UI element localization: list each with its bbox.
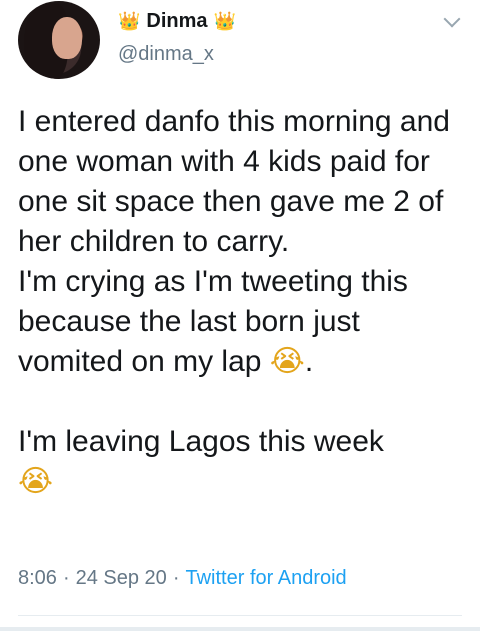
avatar-face bbox=[52, 17, 82, 59]
crying-face-icon: 😭 bbox=[18, 464, 54, 499]
divider bbox=[18, 615, 462, 616]
meta-separator: · bbox=[62, 567, 70, 589]
tweet-meta: 8:06 · 24 Sep 20 · Twitter for Android bbox=[18, 567, 347, 590]
user-handle[interactable]: @dinma_x bbox=[118, 43, 236, 66]
meta-separator: · bbox=[172, 567, 180, 589]
tweet-header: 👑 Dinma 👑 @dinma_x bbox=[118, 6, 236, 66]
bottom-divider bbox=[0, 627, 480, 631]
crown-emoji-icon: 👑 bbox=[118, 11, 141, 31]
tweet-paragraph-2: I'm crying as I'm tweeting this because … bbox=[18, 262, 468, 382]
tweet-paragraph-1: I entered danfo this morning and one wom… bbox=[18, 105, 450, 258]
name-row[interactable]: 👑 Dinma 👑 bbox=[118, 6, 236, 36]
tweet-paragraph-2-end: . bbox=[304, 345, 314, 378]
tweet-paragraph-2-text: I'm crying as I'm tweeting this because … bbox=[18, 265, 408, 378]
tweet-paragraph-3: I'm leaving Lagos this week 😭 bbox=[18, 422, 468, 502]
chevron-down-icon[interactable] bbox=[443, 10, 461, 28]
crown-emoji-icon: 👑 bbox=[213, 11, 236, 31]
tweet-source-link[interactable]: Twitter for Android bbox=[185, 567, 346, 590]
tweet-text: I entered danfo this morning and one wom… bbox=[18, 102, 468, 502]
tweet-paragraph-3-text: I'm leaving Lagos this week bbox=[18, 425, 384, 458]
display-name[interactable]: Dinma bbox=[146, 10, 207, 33]
tweet-date: 24 Sep 20 bbox=[75, 567, 167, 589]
crying-face-icon: 😭 bbox=[269, 344, 305, 379]
tweet-time: 8:06 bbox=[18, 567, 57, 589]
avatar[interactable] bbox=[18, 1, 100, 79]
